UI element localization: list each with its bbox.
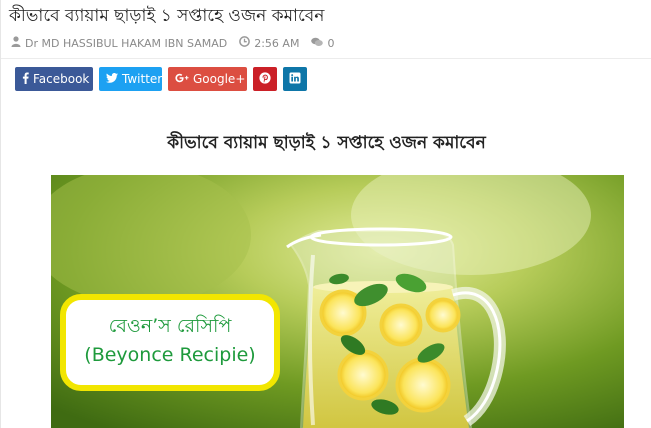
google-plus-share-button[interactable]: Google+ — [168, 67, 247, 91]
article-hero-image: বেওন’স রেসিপি (Beyonce Recipie) — [51, 175, 624, 428]
author-meta[interactable]: Dr MD HASSIBUL HAKAM IBN SAMAD — [11, 36, 227, 50]
pinterest-icon — [259, 71, 271, 87]
pinterest-share-button[interactable] — [253, 67, 277, 91]
twitter-share-button[interactable]: Twitter — [99, 67, 162, 91]
image-label-english: (Beyonce Recipie) — [84, 344, 255, 366]
time-meta: 2:56 AM — [239, 36, 299, 50]
twitter-label: Twitter — [122, 72, 163, 86]
facebook-icon — [22, 72, 33, 87]
comments-meta[interactable]: 0 — [311, 37, 334, 50]
image-label-bangla: বেওন’স রেসিপি — [109, 315, 233, 337]
author-name[interactable]: Dr MD HASSIBUL HAKAM IBN SAMAD — [25, 37, 227, 50]
user-icon — [11, 36, 25, 50]
google-plus-icon — [175, 72, 193, 86]
facebook-share-button[interactable]: Facebook — [15, 67, 93, 91]
lemonade-pitcher-illustration: বেওন’স রেসিপি (Beyonce Recipie) — [51, 175, 624, 428]
linkedin-icon — [289, 72, 301, 87]
clock-icon — [239, 36, 254, 50]
post-title[interactable]: কীভাবে ব্যায়াম ছাড়াই ১ সপ্তাহে ওজন কমা… — [9, 3, 324, 29]
meta-divider — [1, 58, 651, 59]
linkedin-share-button[interactable] — [283, 67, 307, 91]
article-heading: কীভাবে ব্যায়াম ছাড়াই ১ সপ্তাহে ওজন কমা… — [167, 133, 486, 153]
comment-count[interactable]: 0 — [327, 37, 334, 50]
post-meta: Dr MD HASSIBUL HAKAM IBN SAMAD 2:56 AM 0 — [11, 36, 346, 50]
post-page: কীভাবে ব্যায়াম ছাড়াই ১ সপ্তাহে ওজন কমা… — [0, 0, 651, 428]
google-plus-label: Google+ — [193, 72, 246, 86]
post-time: 2:56 AM — [254, 36, 300, 50]
share-bar: Facebook Twitter Google+ — [15, 67, 313, 91]
twitter-icon — [106, 72, 122, 86]
facebook-label: Facebook — [33, 72, 90, 86]
comments-icon — [311, 37, 327, 50]
